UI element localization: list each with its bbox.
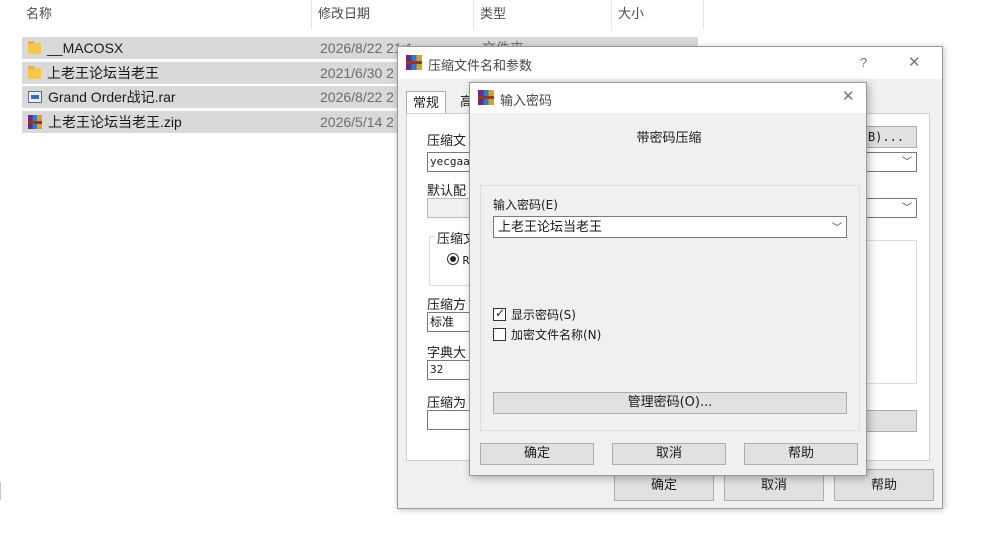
file-date: 2026/8/22 2 xyxy=(320,89,394,105)
password-value: 上老王论坛当老王 xyxy=(498,220,603,235)
chevron-down-icon: ﹀ xyxy=(902,157,912,168)
chevron-down-icon: ﹀ xyxy=(832,223,842,234)
tab-general[interactable]: 常规 xyxy=(406,91,447,115)
help-button[interactable]: 帮助 xyxy=(744,443,858,465)
rar-file-icon xyxy=(28,91,42,103)
winrar-app-icon xyxy=(478,90,494,105)
format-radio-rar[interactable]: R xyxy=(447,252,469,267)
close-icon[interactable]: ✕ xyxy=(908,53,921,71)
ok-button[interactable]: 确定 xyxy=(480,443,594,465)
chevron-down-icon: ﹀ xyxy=(902,203,912,214)
show-password-label[interactable]: 显示密码(S) xyxy=(511,306,576,323)
encrypt-filenames-label[interactable]: 加密文件名称(N) xyxy=(511,326,601,343)
radio-checked-icon xyxy=(447,253,459,265)
winrar-zip-icon xyxy=(28,115,42,129)
file-name: 上老王论坛当老王 xyxy=(47,65,159,81)
column-header-date[interactable]: 修改日期 xyxy=(312,0,474,30)
password-group: 输入密码(E) 上老王论坛当老王 ﹀ 显示密码(S) 加密文件名称(N) 管理密… xyxy=(480,185,860,431)
winrar-app-icon xyxy=(406,55,422,70)
file-name: __MACOSX xyxy=(47,40,124,56)
password-dialog: 输入密码 ✕ 带密码压缩 输入密码(E) 上老王论坛当老王 ﹀ 显示密码(S) … xyxy=(469,82,867,476)
organize-passwords-button[interactable]: 管理密码(O)... xyxy=(493,392,847,414)
password-label: 输入密码(E) xyxy=(493,198,558,212)
help-icon[interactable]: ? xyxy=(860,55,867,70)
close-icon[interactable]: ✕ xyxy=(842,87,855,105)
dialog-titlebar[interactable]: 压缩文件名和参数 ? ✕ xyxy=(398,47,942,79)
folder-icon xyxy=(28,41,41,54)
encrypt-filenames-checkbox[interactable] xyxy=(493,328,506,341)
method-label: 压缩方 xyxy=(427,297,467,312)
dialog-heading: 带密码压缩 xyxy=(636,131,702,146)
dialog-titlebar[interactable]: 输入密码 ✕ xyxy=(470,83,866,113)
column-header-size[interactable]: 大小 xyxy=(612,0,704,30)
column-header-type[interactable]: 类型 xyxy=(474,0,612,30)
dialog-title: 输入密码 xyxy=(500,93,553,108)
file-name: Grand Order战记.rar xyxy=(48,89,176,105)
dialog-title: 压缩文件名和参数 xyxy=(428,58,533,73)
password-input[interactable]: 上老王论坛当老王 ﹀ xyxy=(493,216,847,238)
file-name: 上老王论坛当老王.zip xyxy=(48,114,182,130)
folder-icon xyxy=(28,66,41,79)
column-header-name[interactable]: 名称 xyxy=(20,0,312,30)
archive-name-label: 压缩文 xyxy=(427,133,467,148)
dictionary-label: 字典大 xyxy=(427,345,467,360)
cancel-button[interactable]: 取消 xyxy=(612,443,726,465)
file-date: 2021/6/30 2 xyxy=(320,65,394,81)
show-password-checkbox[interactable] xyxy=(493,306,506,321)
divider xyxy=(0,482,3,500)
split-label: 压缩为 xyxy=(427,395,467,410)
file-date: 2026/5/14 2 xyxy=(320,114,394,130)
default-profile-label: 默认配 xyxy=(427,183,467,198)
